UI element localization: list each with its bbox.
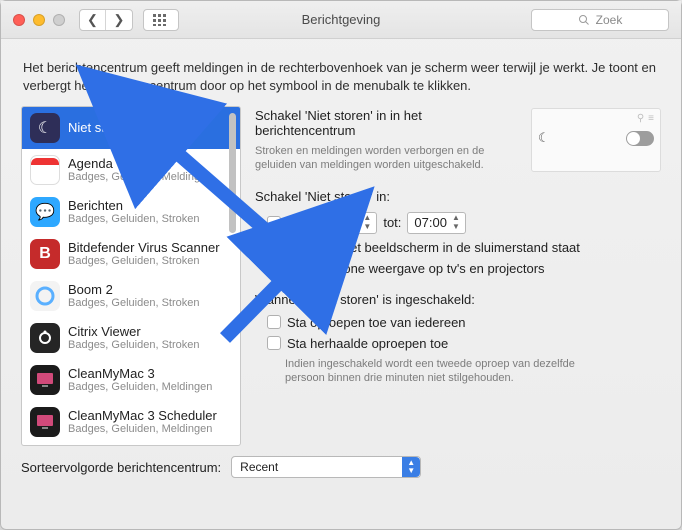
zoom-window-button[interactable] — [53, 14, 65, 26]
close-window-button[interactable] — [13, 14, 25, 26]
cleanmymac-icon — [30, 407, 60, 437]
sort-order-value: Recent — [240, 460, 278, 474]
mirroring-label: Bij synchrone weergave op tv's en projec… — [287, 261, 545, 276]
display-sleep-checkbox[interactable] — [267, 240, 281, 254]
app-subtitle: Badges, Geluiden, Stroken — [68, 213, 199, 225]
preferences-window: ❮ ❯ Berichtgeving Zoek Het berichtencent… — [0, 0, 682, 530]
content-area: Het berichtencentrum geeft meldingen in … — [1, 39, 681, 446]
app-subtitle: Badges, Geluiden, Meldingen — [68, 423, 217, 435]
moon-icon: ☾ — [538, 130, 550, 146]
app-name: Agenda — [68, 157, 212, 171]
app-subtitle: Badges, Geluiden, Meldingen — [68, 171, 212, 183]
repeated-calls-note: Indien ingeschakeld wordt een tweede opr… — [285, 357, 615, 386]
to-label: tot: — [383, 215, 401, 230]
schedule-enable-checkbox[interactable] — [267, 216, 281, 230]
to-time-value: 07:00 — [414, 215, 447, 230]
app-list-item[interactable]: 17 AgendaBadges, Geluiden, Meldingen — [22, 149, 240, 191]
app-name: Berichten — [68, 199, 199, 213]
messages-icon: 💬 — [30, 197, 60, 227]
app-subtitle: Badges, Geluiden, Stroken — [68, 297, 199, 309]
calendar-icon: 17 — [30, 155, 60, 185]
intro-text: Het berichtencentrum geeft meldingen in … — [23, 59, 659, 94]
app-name: Boom 2 — [68, 283, 199, 297]
minimize-window-button[interactable] — [33, 14, 45, 26]
boom-icon — [30, 281, 60, 311]
app-list-item[interactable]: Citrix ViewerBadges, Geluiden, Stroken — [22, 317, 240, 359]
search-icon: ⚲ — [637, 113, 644, 124]
detail-pane: Schakel 'Niet storen' in in het berichte… — [255, 106, 661, 446]
allow-repeated-calls-checkbox[interactable] — [267, 336, 281, 350]
menu-icon: ≡ — [648, 113, 654, 124]
app-list-item[interactable]: B Bitdefender Virus ScannerBadges, Geluid… — [22, 233, 240, 275]
bitdefender-icon: B — [30, 239, 60, 269]
moon-icon: ☾ — [30, 113, 60, 143]
to-time-stepper[interactable]: ▲▼ — [449, 214, 463, 232]
dnd-toggle-preview — [626, 131, 654, 146]
sort-order-label: Sorteervolgorde berichtencentrum: — [21, 460, 221, 475]
search-icon — [578, 14, 590, 26]
detail-header-subtitle: Stroken en meldingen worden verborgen en… — [255, 144, 521, 173]
app-subtitle: Badges, Geluiden, Stroken — [68, 339, 199, 351]
app-list-item[interactable]: Boom 2Badges, Geluiden, Stroken — [22, 275, 240, 317]
display-sleep-label: Wanneer het beeldscherm in de sluimersta… — [287, 240, 580, 255]
app-name: Citrix Viewer — [68, 325, 199, 339]
from-time-field[interactable]: 22:00 ▲▼ — [319, 212, 378, 234]
schedule-section-title: Schakel 'Niet storen' in: — [255, 189, 661, 204]
citrix-icon — [30, 323, 60, 353]
chevron-updown-icon: ▲▼ — [402, 457, 420, 477]
search-placeholder: Zoek — [596, 13, 623, 27]
app-list-item[interactable]: CleanMyMac 3 SchedulerBadges, Geluiden, … — [22, 401, 240, 443]
nav-back-forward: ❮ ❯ — [79, 9, 133, 31]
allow-repeated-calls-label: Sta herhaalde oproepen toe — [287, 336, 448, 351]
app-name: Niet storen — [68, 121, 131, 135]
app-list-item[interactable]: ☾ Niet storen — [22, 107, 240, 149]
nav-back-button[interactable]: ❮ — [80, 10, 106, 30]
search-field[interactable]: Zoek — [531, 9, 669, 31]
detail-header-title: Schakel 'Niet storen' in in het berichte… — [255, 108, 521, 138]
mirroring-checkbox[interactable] — [267, 261, 281, 275]
allow-calls-everyone-label: Sta oproepen toe van iedereen — [287, 315, 466, 330]
app-name: CleanMyMac 3 — [68, 367, 212, 381]
app-list-item[interactable]: CleanMyMac 3Badges, Geluiden, Meldingen — [22, 359, 240, 401]
window-controls — [1, 14, 65, 26]
cleanmymac-icon — [30, 365, 60, 395]
app-list-item[interactable]: DashlaneBadges, Geluiden, Stroken — [22, 443, 240, 445]
from-time-value: 22:00 — [326, 215, 359, 230]
app-list: ☾Niet storen 17AgendaBadges, Geluiden, M… — [21, 106, 241, 446]
allow-calls-everyone-checkbox[interactable] — [267, 315, 281, 329]
app-list-item[interactable]: 💬 BerichtenBadges, Geluiden, Stroken — [22, 191, 240, 233]
from-time-stepper[interactable]: ▲▼ — [360, 214, 374, 232]
show-all-button[interactable] — [143, 9, 179, 31]
app-name: CleanMyMac 3 Scheduler — [68, 409, 217, 423]
footer: Sorteervolgorde berichtencentrum: Recent… — [1, 446, 681, 478]
app-subtitle: Badges, Geluiden, Stroken — [68, 255, 220, 267]
nav-forward-button[interactable]: ❯ — [106, 10, 132, 30]
when-on-section-title: Wanneer 'Niet storen' is ingeschakeld: — [255, 292, 661, 307]
scrollbar[interactable] — [226, 109, 238, 445]
titlebar: ❮ ❯ Berichtgeving Zoek — [1, 1, 681, 39]
to-time-field[interactable]: 07:00 ▲▼ — [407, 212, 466, 234]
notification-center-preview: ⚲ ≡ ☾ — [531, 108, 661, 172]
sort-order-dropdown[interactable]: Recent ▲▼ — [231, 456, 421, 478]
scrollbar-thumb[interactable] — [229, 113, 236, 233]
app-list-scroll[interactable]: ☾Niet storen 17AgendaBadges, Geluiden, M… — [22, 107, 240, 445]
app-subtitle: Badges, Geluiden, Meldingen — [68, 381, 212, 393]
from-label: Van: — [287, 215, 313, 230]
app-name: Bitdefender Virus Scanner — [68, 241, 220, 255]
